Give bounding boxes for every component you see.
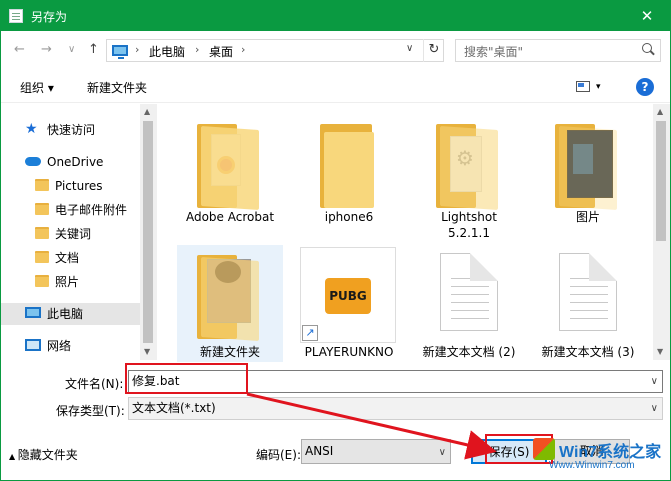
watermark-url: Www.Winwin7.com bbox=[549, 460, 635, 471]
save-as-dialog: 另存为 ✕ ← → ∨ ↑ › 此电脑 › 桌面 › ∨ ↻ 搜索"桌面" 组织… bbox=[0, 0, 671, 481]
windows-logo-icon bbox=[533, 438, 555, 460]
watermark-title: Win7系统之家 bbox=[559, 444, 662, 461]
annotation-arrow bbox=[246, 392, 497, 460]
